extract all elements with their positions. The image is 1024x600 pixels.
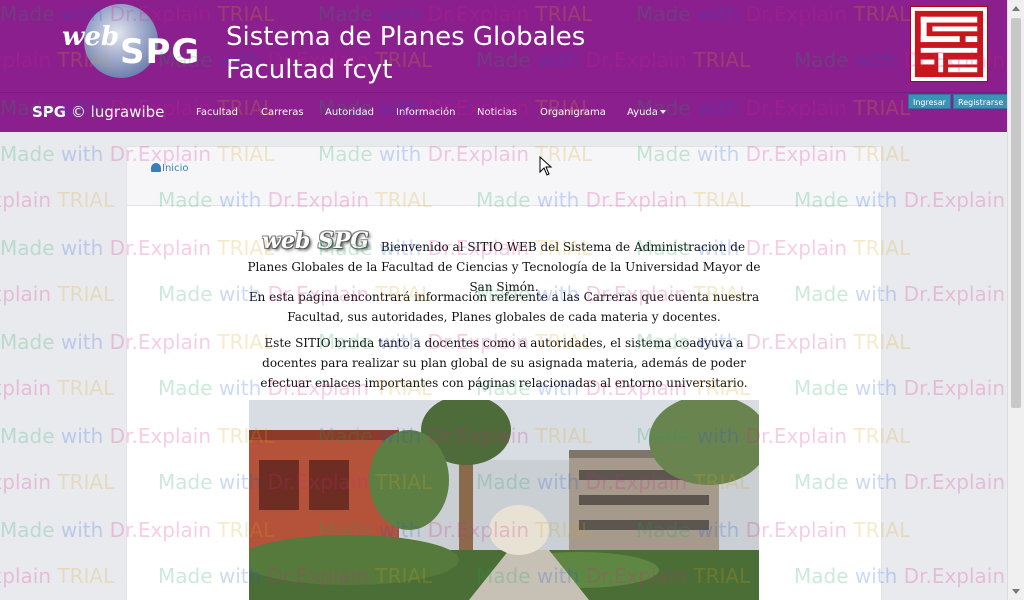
scroll-down-arrow-icon[interactable]	[1012, 589, 1020, 594]
university-emblem-icon	[910, 6, 988, 82]
campus-photo	[249, 400, 759, 600]
main-navbar: SPG © lugrawibe Facultad Carreras Autori…	[0, 92, 1007, 132]
intro-paragraph-3: Este SITIO brinda tanto a docentes como …	[260, 336, 748, 390]
nav-item-organigrama[interactable]: Organigrama	[540, 107, 606, 118]
scrollbar-thumb[interactable]	[1011, 18, 1021, 408]
site-subtitle: Facultad fcyt	[226, 55, 393, 85]
watermark-line: Made with Dr.Explain TRIAL	[0, 470, 115, 494]
site-header: web SPG Sistema de Planes Globales Facul…	[0, 0, 1007, 92]
breadcrumb-home-link[interactable]: Inicio	[162, 163, 188, 174]
logo-web-text: web	[62, 22, 120, 52]
breadcrumb[interactable]: Inicio	[151, 163, 188, 174]
watermark-line: Made with Dr.Explain TRIAL	[0, 564, 115, 588]
watermark-line: Made with Dr.Explain TRIAL	[0, 282, 115, 306]
nav-item-carreras[interactable]: Carreras	[261, 107, 304, 118]
nav-item-ayuda-label: Ayuda	[627, 107, 658, 118]
intro-paragraph-2: En esta página encontrará información re…	[248, 290, 760, 324]
mouse-cursor-icon	[539, 156, 553, 176]
chevron-down-icon	[659, 110, 666, 114]
navbar-brand[interactable]: SPG © lugrawibe	[32, 103, 164, 121]
nav-item-ayuda[interactable]: Ayuda	[627, 107, 666, 118]
brand-bold: SPG	[32, 103, 67, 121]
site-title: Sistema de Planes Globales	[226, 22, 586, 52]
nav-item-informacion[interactable]: Información	[396, 107, 455, 118]
nav-item-noticias[interactable]: Noticias	[477, 107, 517, 118]
watermark-line: Made with Dr.Explain TRIAL	[0, 188, 115, 212]
nav-item-facultad[interactable]: Facultad	[196, 107, 238, 118]
logo-spg-text: SPG	[120, 32, 201, 72]
nav-item-autoridad[interactable]: Autoridad	[325, 107, 374, 118]
home-icon	[151, 163, 161, 172]
brand-rest: © lugrawibe	[66, 103, 165, 121]
watermark-line: Made with Dr.Explain TRIAL	[0, 376, 115, 400]
breadcrumb-bar: Inicio	[126, 146, 882, 206]
login-button[interactable]: Ingresar	[908, 94, 951, 109]
register-button[interactable]: Registrarse	[953, 94, 1009, 109]
vertical-scrollbar[interactable]	[1007, 0, 1024, 600]
scroll-up-arrow-icon[interactable]	[1012, 6, 1020, 11]
